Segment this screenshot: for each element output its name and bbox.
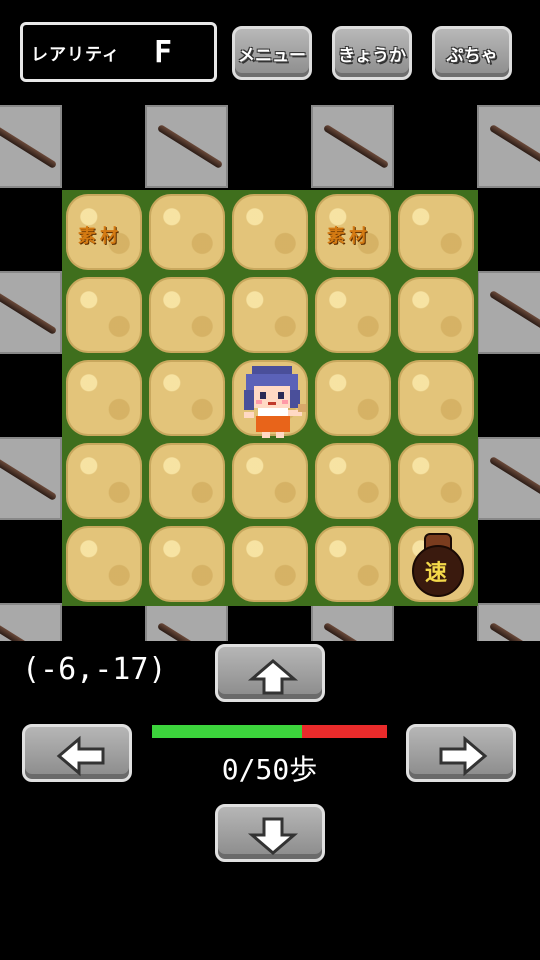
arrow-up-icon xyxy=(247,659,299,695)
upgrade-button-label: きょうか xyxy=(338,45,406,66)
stick-tile xyxy=(477,603,540,641)
field-tile[interactable] xyxy=(315,526,391,602)
wooden-stick-icon xyxy=(488,455,540,502)
dark-tile xyxy=(0,520,62,603)
move-down-button[interactable] xyxy=(215,804,325,862)
wooden-stick-icon xyxy=(0,621,58,641)
field-tile[interactable] xyxy=(398,194,474,270)
field-tile[interactable] xyxy=(232,194,308,270)
dark-tile xyxy=(62,105,145,188)
speed-bag-icon[interactable]: 速 xyxy=(410,533,464,599)
wooden-stick-icon xyxy=(0,289,58,336)
player-character xyxy=(244,366,306,438)
speed-bag-label: 速 xyxy=(424,561,447,586)
menu-button[interactable]: メニュー xyxy=(232,26,312,80)
position-coordinates: (-6,-17) xyxy=(22,652,167,687)
field-tile[interactable] xyxy=(398,443,474,519)
wooden-stick-icon xyxy=(0,123,58,170)
field-tile[interactable] xyxy=(398,360,474,436)
menu-button-label: メニュー xyxy=(238,45,306,66)
field-tile[interactable] xyxy=(149,360,225,436)
field-tile[interactable] xyxy=(66,443,142,519)
stick-tile xyxy=(0,271,62,354)
dark-tile xyxy=(228,105,311,188)
stick-tile xyxy=(145,105,228,188)
steps-counter: 0/50歩 xyxy=(221,753,318,786)
wooden-stick-icon xyxy=(322,621,390,641)
field-tile[interactable] xyxy=(315,360,391,436)
stick-tile xyxy=(311,603,394,641)
dark-tile xyxy=(0,188,62,271)
field-tile[interactable] xyxy=(66,526,142,602)
wooden-stick-icon xyxy=(322,123,390,170)
field-tile[interactable] xyxy=(232,526,308,602)
dark-tile xyxy=(228,603,311,641)
stick-tile xyxy=(477,271,540,354)
rarity-panel: レアリティ F xyxy=(20,22,217,82)
dark-tile xyxy=(477,354,540,437)
steps-progress-fill xyxy=(152,725,303,738)
rarity-label: レアリティ xyxy=(31,44,120,65)
field-tile[interactable] xyxy=(398,277,474,353)
wooden-stick-icon xyxy=(0,455,58,502)
field-tile[interactable] xyxy=(149,194,225,270)
arrow-down-icon xyxy=(247,817,299,855)
dark-tile xyxy=(477,188,540,271)
dark-tile xyxy=(0,354,62,437)
wooden-stick-icon xyxy=(488,289,540,336)
stick-tile xyxy=(477,105,540,188)
move-left-button[interactable] xyxy=(22,724,132,782)
arrow-right-icon xyxy=(439,735,488,777)
field-tile[interactable] xyxy=(149,443,225,519)
material-label: 素材 xyxy=(327,226,371,247)
stick-tile xyxy=(311,105,394,188)
arrow-left-icon xyxy=(56,735,105,777)
steps-progress-bar xyxy=(152,725,387,738)
dark-tile xyxy=(62,603,145,641)
stick-tile xyxy=(0,437,62,520)
rarity-value: F xyxy=(153,34,172,70)
field-tile[interactable] xyxy=(315,443,391,519)
wooden-stick-icon xyxy=(488,621,540,641)
field-tile[interactable] xyxy=(66,277,142,353)
dark-tile xyxy=(394,105,477,188)
gacha-button-label: ぷちゃ xyxy=(446,45,498,66)
move-up-button[interactable] xyxy=(215,644,325,702)
stick-tile xyxy=(477,437,540,520)
material-label: 素材 xyxy=(78,226,122,247)
field-tile[interactable] xyxy=(66,360,142,436)
wooden-stick-icon xyxy=(488,123,540,170)
field-tile[interactable] xyxy=(149,277,225,353)
stick-tile xyxy=(145,603,228,641)
field-tile[interactable] xyxy=(232,443,308,519)
stick-tile xyxy=(0,603,62,641)
stick-tile xyxy=(0,105,62,188)
dark-tile xyxy=(394,603,477,641)
wooden-stick-icon xyxy=(156,621,224,641)
field-tile[interactable] xyxy=(315,277,391,353)
game-board: 素材 素材 速 xyxy=(0,105,540,641)
field-tile[interactable] xyxy=(232,277,308,353)
upgrade-button[interactable]: きょうか xyxy=(332,26,412,80)
dark-tile xyxy=(477,520,540,603)
wooden-stick-icon xyxy=(156,123,224,170)
field-tile[interactable] xyxy=(149,526,225,602)
gacha-button[interactable]: ぷちゃ xyxy=(432,26,512,80)
move-right-button[interactable] xyxy=(406,724,516,782)
